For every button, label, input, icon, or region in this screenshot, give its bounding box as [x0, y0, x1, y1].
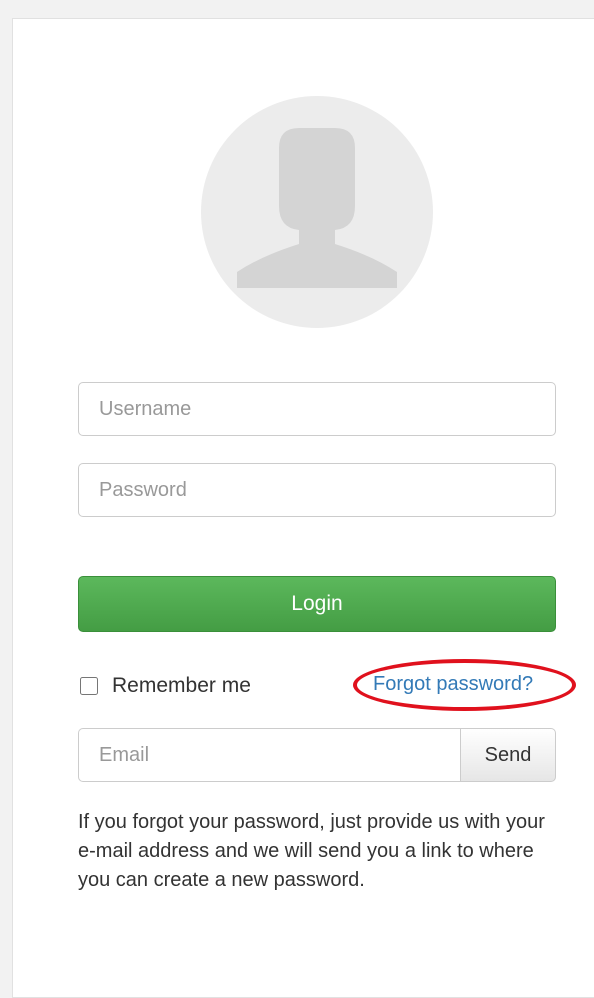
login-panel: Login Remember me Forgot password? Send … [12, 18, 594, 998]
user-avatar [201, 96, 433, 328]
email-input[interactable] [78, 728, 460, 782]
remember-me-label: Remember me [112, 674, 251, 697]
username-input[interactable] [78, 382, 556, 436]
forgot-password-link[interactable]: Forgot password? [373, 673, 533, 696]
reset-email-group: Send [78, 728, 556, 782]
reset-help-text: If you forgot your password, just provid… [78, 811, 545, 891]
remember-me-option[interactable]: Remember me [78, 672, 251, 700]
login-button[interactable]: Login [78, 576, 556, 632]
send-button[interactable]: Send [460, 728, 556, 782]
user-silhouette-icon [237, 128, 397, 288]
password-input[interactable] [78, 463, 556, 517]
remember-me-checkbox[interactable] [80, 677, 98, 695]
